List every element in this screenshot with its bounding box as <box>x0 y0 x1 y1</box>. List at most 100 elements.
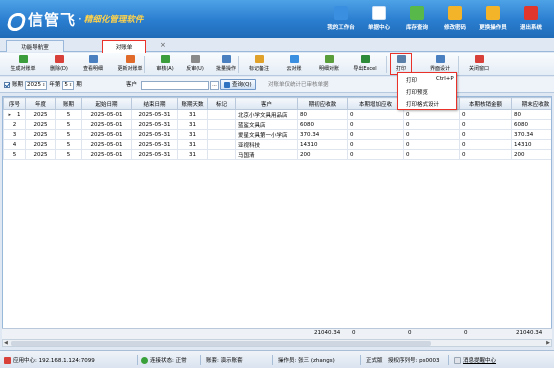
tab-close-icon[interactable]: × <box>160 41 166 49</box>
menu-item-print-format-design[interactable]: 打印格式设计 <box>406 100 439 108</box>
table-cell: 14310 <box>297 139 348 150</box>
table-cell <box>207 129 236 140</box>
toolbar-delete-button[interactable]: 删除(D) <box>46 54 72 75</box>
topnav-power[interactable]: 退出系统 <box>512 4 550 36</box>
column-header[interactable]: 本期增加应收 <box>347 97 404 110</box>
toolbar-cloud-button[interactable]: 云对账 <box>280 54 308 75</box>
topnav-document-list[interactable]: 单据中心 <box>360 4 398 36</box>
table-cell: 0 <box>403 109 460 120</box>
batch-icon <box>221 55 231 63</box>
column-header[interactable]: 期初应收款 <box>297 97 348 110</box>
column-header[interactable]: 标记 <box>207 97 236 110</box>
cell-value: 1 <box>17 111 21 118</box>
customer-input[interactable] <box>141 80 210 90</box>
approve-icon <box>160 55 170 63</box>
column-header[interactable]: 客户 <box>235 97 298 110</box>
scroll-right-icon[interactable]: ▶ <box>546 340 550 346</box>
toolbar-label: 删除(D) <box>50 66 68 72</box>
table-cell: 2025-05-31 <box>131 149 178 160</box>
toolbar-reconcile-button[interactable]: 明细对账 <box>314 54 344 75</box>
menu-item-label: 打印预览 <box>406 90 429 96</box>
table-row[interactable]: ▸ 1 2025 5 2025-05-01 2025-05-31 31 北京小学文具用品店 80… <box>3 109 551 120</box>
toolbar-label: 云对账 <box>286 66 302 72</box>
topnav-label: 库存查询 <box>405 25 428 31</box>
toolbar-refresh-button[interactable]: 更新对账单 <box>112 54 148 75</box>
table-cell: 14310 <box>511 139 551 150</box>
period-checkbox[interactable] <box>4 82 10 88</box>
table-cell: 200 <box>297 149 348 160</box>
toolbar-divider <box>238 56 239 73</box>
table-cell: 200 <box>511 149 551 160</box>
topnav-key[interactable]: 修改密码 <box>436 4 474 36</box>
table-cell: 370.34 <box>511 129 551 140</box>
table-cell: ▸ 1 <box>3 109 26 120</box>
brand-name: 信管飞 <box>28 10 77 29</box>
table-row[interactable]: 3 2025 5 2025-05-01 2025-05-31 31 爱星文具第一小学店 370… <box>3 129 551 140</box>
toolbar-close-window-button[interactable]: 关闭窗口 <box>462 54 496 75</box>
table-cell: 5 <box>55 139 82 150</box>
filter-hint: 对账单仅统计已审核单据 <box>268 82 329 88</box>
column-header[interactable]: 期末应收款 <box>511 97 551 110</box>
toolbar-batch-button[interactable]: 批量操作 <box>212 54 240 75</box>
scroll-thumb[interactable] <box>11 341 431 346</box>
horizontal-scrollbar[interactable]: ◀ ▶ <box>2 339 552 347</box>
refresh-icon <box>125 55 135 63</box>
year-spinner[interactable]: 2025 ⇕ <box>25 80 48 90</box>
toolbar-label: 反审(U) <box>186 66 204 72</box>
column-header[interactable]: 本期核销金额 <box>459 97 512 110</box>
scroll-left-icon[interactable]: ◀ <box>4 340 8 346</box>
period-spinner[interactable]: 5 ⇕ <box>62 80 75 90</box>
table-cell: 0 <box>403 119 460 130</box>
topnav-monitor[interactable]: 我的工作台 <box>322 4 360 36</box>
customer-label: 客户 <box>126 82 138 88</box>
table-header-row: 序号年度账期起始日期结束日期账期天数标记客户期初应收款本期增加应收本期减少应收本… <box>3 97 551 110</box>
connection-ok-icon <box>141 356 148 364</box>
toolbar-mark-button[interactable]: 标记备注 <box>244 54 274 75</box>
close-window-icon <box>474 55 484 63</box>
table-row[interactable]: 4 2025 5 2025-05-01 2025-05-31 31 亚视科技 14310 0 0 0… <box>3 139 551 150</box>
table-cell: 2025-05-31 <box>131 119 178 130</box>
table-cell: 2025-05-31 <box>131 139 178 150</box>
table-cell: 80 <box>511 109 551 120</box>
topnav-user[interactable]: 更换操作员 <box>474 4 512 36</box>
table-cell: 2025-05-31 <box>131 129 178 140</box>
column-header[interactable]: 序号 <box>3 97 26 110</box>
print-dropdown-menu: 打印 Ctrl+P 打印预览 打印格式设计 <box>397 72 457 110</box>
query-button[interactable]: 查询(Q) <box>220 79 256 90</box>
tab-statement[interactable]: 对账单 <box>102 40 146 53</box>
detail-icon <box>88 55 98 63</box>
toolbar-divider <box>386 56 387 73</box>
tab-function-navigation[interactable]: 功能导航室 <box>6 40 64 52</box>
menu-item-print[interactable]: 打印 Ctrl+P <box>406 76 454 84</box>
column-header[interactable]: 账期天数 <box>177 97 208 110</box>
table-row[interactable]: 5 2025 5 2025-05-01 2025-05-31 31 马国清 200 0 0 0 200 <box>3 149 551 160</box>
table-cell: 31 <box>177 139 208 150</box>
customer-browse-button[interactable]: ... <box>210 80 220 90</box>
table-cell: 0 <box>403 149 460 160</box>
table-cell: 2025 <box>25 149 56 160</box>
table-cell <box>207 139 236 150</box>
message-center[interactable]: 消息提醒中心 <box>454 356 496 364</box>
toolbar-generate-button[interactable]: 生成对账单 <box>4 54 42 75</box>
table-cell: 0 <box>347 149 404 160</box>
column-header[interactable]: 年度 <box>25 97 56 110</box>
toolbar-unapprove-button[interactable]: 反审(U) <box>182 54 208 75</box>
toolbar-label: 更新对账单 <box>117 66 143 72</box>
table-row[interactable]: 2 2025 5 2025-05-01 2025-05-31 31 蓝鲨文具店 6080 0 0 0… <box>3 119 551 130</box>
column-header[interactable]: 起始日期 <box>81 97 132 110</box>
topnav-box[interactable]: 库存查询 <box>398 4 436 36</box>
spinner-arrows-icon[interactable]: ⇕ <box>69 80 72 90</box>
toolbar-detail-button[interactable]: 查看明细 <box>78 54 108 75</box>
serial-status: 授权序列号: ps0003 <box>388 358 440 364</box>
filter-bar: 账期 2025 ⇕ 年第 5 ⇕ 期 客户 ... 查询(Q) 对账单仅统计已审核单… <box>0 77 554 93</box>
column-header[interactable]: 账期 <box>55 97 82 110</box>
table-cell: 0 <box>347 109 404 120</box>
spinner-arrows-icon[interactable]: ⇕ <box>42 80 45 90</box>
column-header[interactable]: 结束日期 <box>131 97 178 110</box>
menu-item-print-preview[interactable]: 打印预览 <box>406 88 428 96</box>
toolbar-excel-button[interactable]: 导出Excel <box>348 54 382 75</box>
toolbar-approve-button[interactable]: 审核(A) <box>152 54 178 75</box>
table-cell: 亚视科技 <box>235 139 298 150</box>
table-cell: 2025-05-01 <box>81 109 132 120</box>
total-increase: 0 <box>352 330 356 336</box>
